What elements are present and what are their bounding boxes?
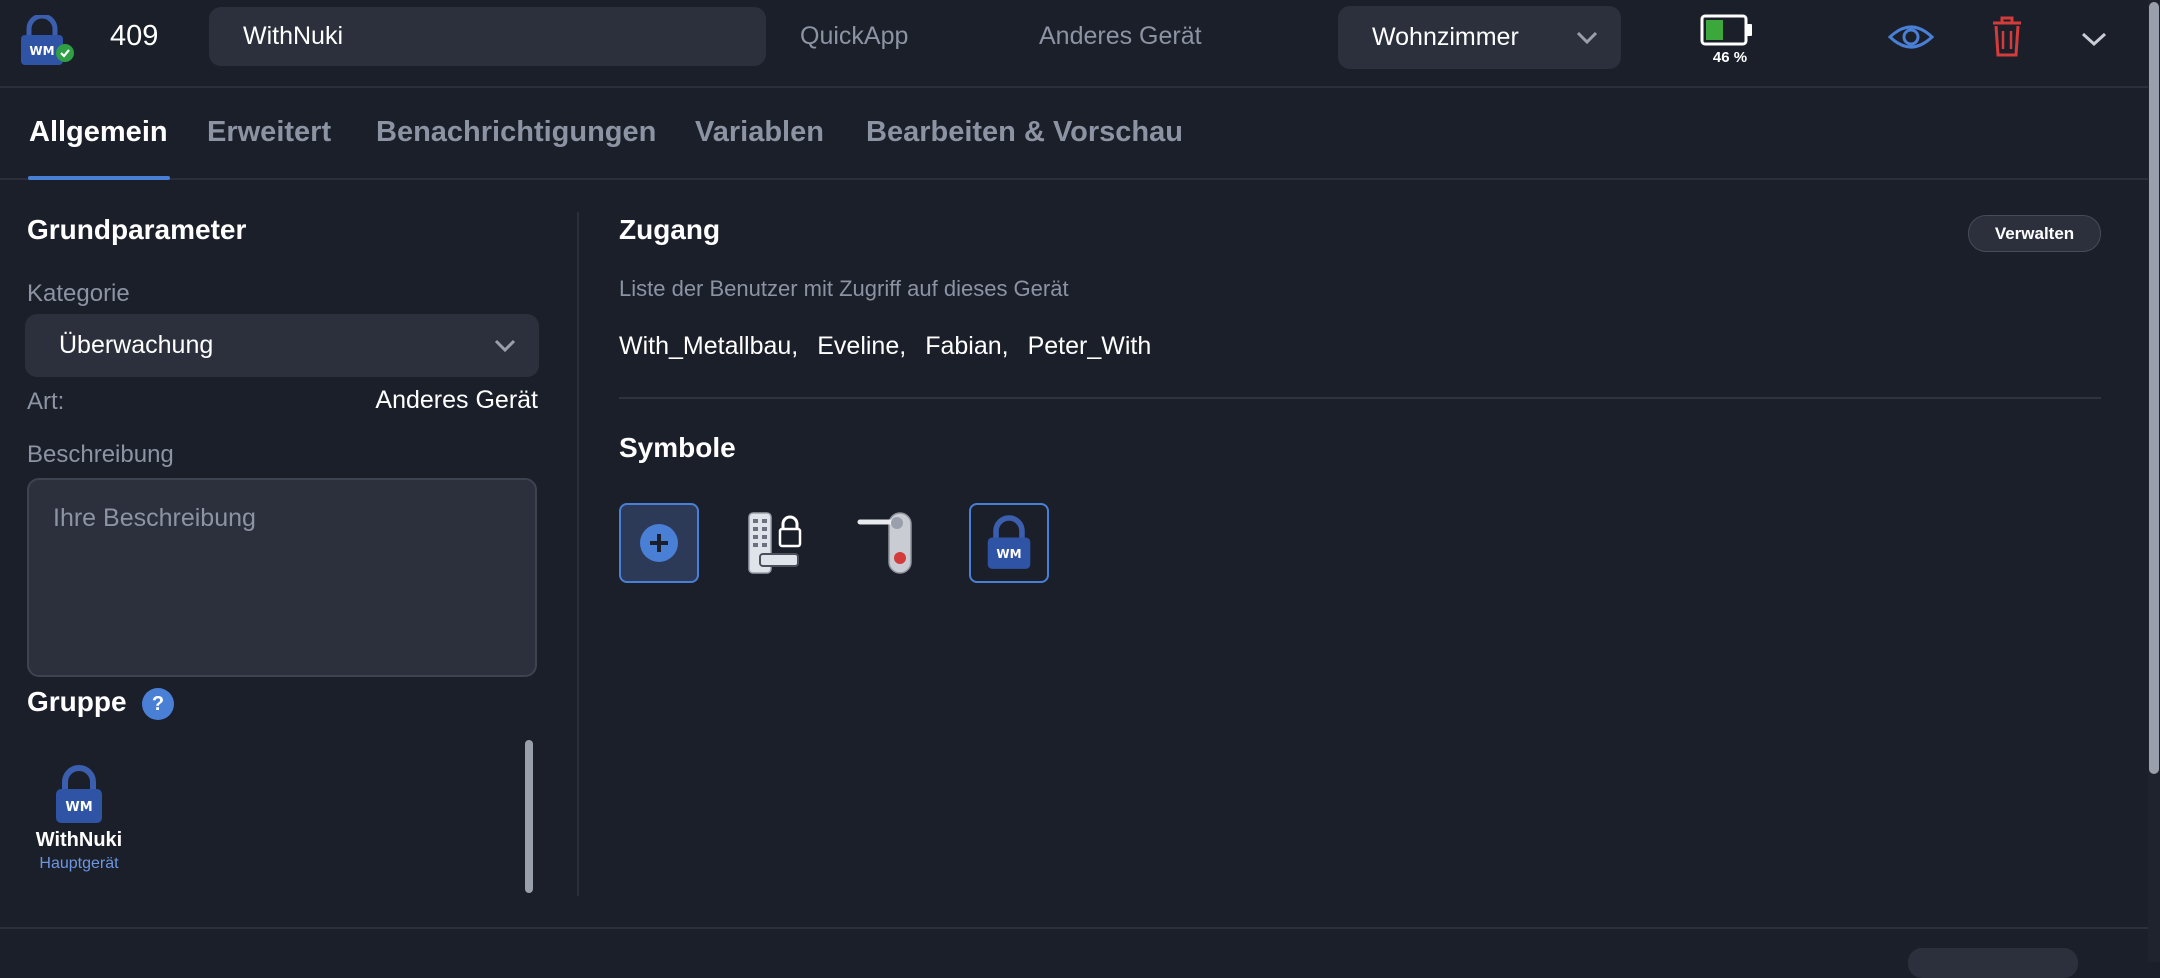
description-textarea[interactable]: Ihre Beschreibung	[27, 478, 537, 677]
access-title: Zugang	[619, 214, 721, 245]
category-select[interactable]: Überwachung	[25, 314, 539, 377]
keypad-lock-icon	[748, 512, 802, 574]
door-handle-icon	[857, 512, 912, 574]
svg-text:WM: WM	[996, 547, 1021, 561]
category-select-value: Überwachung	[59, 331, 214, 359]
eye-icon[interactable]	[1887, 20, 1935, 54]
user-item: Peter_With	[1027, 332, 1152, 360]
chevron-down-icon	[494, 339, 516, 353]
group-device-role: Hauptgerät	[39, 855, 119, 872]
svg-text:WM: WM	[29, 44, 54, 58]
svg-text:WM: WM	[65, 800, 92, 815]
user-item: With_Metallbau,	[619, 332, 799, 360]
user-item: Fabian,	[925, 332, 1009, 360]
tab-variablen[interactable]: Variablen	[695, 116, 824, 178]
device-id: 409	[110, 20, 159, 52]
chevron-down-icon	[1576, 31, 1598, 45]
tab-erweitert[interactable]: Erweitert	[207, 116, 331, 178]
footer-divider	[0, 927, 2148, 929]
description-label: Beschreibung	[27, 441, 174, 468]
user-list: With_Metallbau, Eveline, Fabian, Peter_W…	[619, 332, 1151, 361]
room-select[interactable]: Wohnzimmer	[1338, 6, 1621, 69]
add-symbol-button[interactable]	[619, 503, 699, 583]
section-divider	[619, 397, 2101, 399]
room-select-value: Wohnzimmer	[1372, 23, 1519, 51]
help-icon[interactable]: ?	[142, 688, 174, 720]
collapse-chevron-icon[interactable]	[2080, 30, 2108, 48]
symbol-padlock-selected[interactable]: WM	[969, 503, 1049, 583]
symbol-keypad[interactable]	[733, 503, 813, 583]
device-type-label: QuickApp	[800, 22, 909, 50]
padlock-icon: WM	[987, 515, 1031, 569]
tab-benachrichtigungen[interactable]: Benachrichtigungen	[376, 116, 656, 178]
art-value: Anderes Gerät	[375, 386, 538, 414]
padlock-icon: WM	[56, 765, 102, 823]
group-device-card[interactable]: WM WithNuki Hauptgerät	[24, 765, 134, 885]
battery-level-label: 46 %	[1712, 49, 1748, 66]
page-scrollbar[interactable]	[2149, 2, 2159, 774]
add-symbol-icon	[640, 524, 678, 562]
tab-bar: Allgemein Erweitert Benachrichtigungen V…	[0, 90, 2148, 180]
footer-button[interactable]	[1908, 948, 2078, 978]
category-label: Kategorie	[27, 280, 130, 307]
device-name-input[interactable]: WithNuki	[209, 7, 766, 66]
symbols-title: Symbole	[619, 432, 736, 463]
group-title: Gruppe	[27, 686, 127, 717]
lock-icon: WM	[21, 15, 74, 65]
manage-button[interactable]: Verwalten	[1968, 215, 2101, 252]
device-header: WM 409 WithNuki QuickApp Anderes Gerät W…	[0, 0, 2148, 88]
art-label: Art:	[27, 388, 65, 415]
tab-allgemein[interactable]: Allgemein	[28, 116, 170, 180]
group-device-name: WithNuki	[35, 829, 123, 851]
battery-icon	[1700, 14, 1752, 46]
user-item: Eveline,	[817, 332, 907, 360]
device-kind-label: Anderes Gerät	[1039, 22, 1202, 50]
panel-divider	[577, 212, 579, 896]
symbol-door-handle[interactable]	[851, 503, 931, 583]
group-scrollbar[interactable]	[525, 740, 533, 893]
trash-icon[interactable]	[1990, 14, 2024, 58]
access-description: Liste der Benutzer mit Zugriff auf diese…	[619, 276, 1069, 301]
tab-bearbeiten-vorschau[interactable]: Bearbeiten & Vorschau	[866, 116, 1183, 178]
basic-params-title: Grundparameter	[27, 214, 247, 245]
